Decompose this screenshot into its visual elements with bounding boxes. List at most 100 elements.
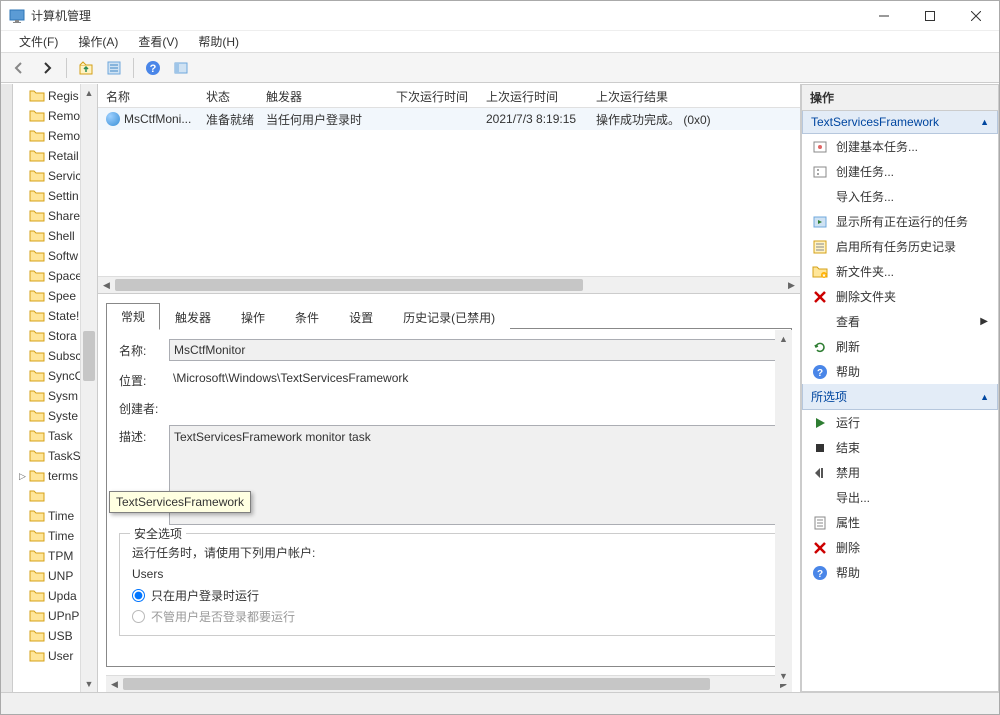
menu-view[interactable]: 查看(V) <box>128 31 188 52</box>
minimize-button[interactable] <box>861 1 907 31</box>
main-pane: 名称 状态 触发器 下次运行时间 上次运行时间 上次运行结果 MsCtfMoni… <box>98 84 801 692</box>
hscroll-right[interactable]: ▶ <box>783 277 800 293</box>
folder-icon <box>29 229 45 243</box>
menu-file[interactable]: 文件(F) <box>9 31 68 52</box>
hscroll-track[interactable] <box>115 277 783 293</box>
tree-item-label: SyncC <box>48 369 83 383</box>
help-icon: ? <box>812 364 828 380</box>
task-description-field[interactable]: TextServicesFramework monitor task <box>169 425 779 525</box>
action-help1[interactable]: ?帮助 <box>802 359 998 384</box>
scroll-track[interactable] <box>81 101 97 675</box>
menu-action[interactable]: 操作(A) <box>68 31 128 52</box>
folder-icon <box>29 549 45 563</box>
tree-item-label: UNP <box>48 569 73 583</box>
folder-icon <box>29 589 45 603</box>
action-show-running[interactable]: 显示所有正在运行的任务 <box>802 209 998 234</box>
tasks-hscroll[interactable]: ◀ ▶ <box>98 276 800 293</box>
radio-logged-on[interactable]: 只在用户登录时运行 <box>132 587 766 604</box>
collapse-icon: ▲ <box>980 392 989 402</box>
scroll-thumb[interactable] <box>83 331 95 381</box>
dscroll-track[interactable] <box>775 347 792 667</box>
scroll-up-arrow[interactable]: ▲ <box>81 84 97 101</box>
show-hide-button[interactable] <box>169 56 193 80</box>
security-account: Users <box>132 567 766 581</box>
tab-settings[interactable]: 设置 <box>334 304 388 330</box>
expand-arrow-icon[interactable]: ▷ <box>19 471 29 482</box>
action-refresh[interactable]: 刷新 <box>802 334 998 359</box>
dscroll-down[interactable]: ▼ <box>775 667 792 684</box>
col-result[interactable]: 上次运行结果 <box>588 84 800 107</box>
action-label: 禁用 <box>836 464 860 481</box>
col-name[interactable]: 名称 <box>98 84 198 107</box>
actions-group2-title[interactable]: 所选项 ▲ <box>802 384 998 410</box>
action-disable[interactable]: 禁用 <box>802 460 998 485</box>
action-import[interactable]: 导入任务... <box>802 184 998 209</box>
dscroll-up[interactable]: ▲ <box>775 330 792 347</box>
action-run[interactable]: 运行 <box>802 410 998 435</box>
tab-history[interactable]: 历史记录(已禁用) <box>388 304 510 330</box>
action-enable-history[interactable]: 启用所有任务历史记录 <box>802 234 998 259</box>
action-label: 创建基本任务... <box>836 138 918 155</box>
security-prompt: 运行任务时，请使用下列用户帐户: <box>132 544 766 561</box>
close-button[interactable] <box>953 1 999 31</box>
actions-body: TextServicesFramework ▲ 创建基本任务... 创建任务...… <box>801 111 999 692</box>
blank-icon <box>812 490 828 506</box>
action-label: 查看 <box>836 313 860 330</box>
folder-icon <box>29 169 45 183</box>
detail-vscroll[interactable]: ▲ ▼ <box>775 330 792 684</box>
action-create[interactable]: 创建任务... <box>802 159 998 184</box>
hscroll-thumb[interactable] <box>115 279 583 291</box>
scroll-down-arrow[interactable]: ▼ <box>81 675 97 692</box>
up-button[interactable] <box>74 56 98 80</box>
tree-item-label: Retail <box>48 149 79 163</box>
detail-hscroll[interactable]: ◀ ▶ <box>106 675 792 692</box>
action-new-folder[interactable]: ★新文件夹... <box>802 259 998 284</box>
radio-logged-on-input[interactable] <box>132 589 145 602</box>
action-help2[interactable]: ?帮助 <box>802 560 998 585</box>
col-status[interactable]: 状态 <box>198 84 258 107</box>
statusbar <box>1 692 999 714</box>
menu-help[interactable]: 帮助(H) <box>188 31 249 52</box>
col-triggers[interactable]: 触发器 <box>258 84 388 107</box>
tree-scrollbar[interactable]: ▲ ▼ <box>80 84 97 692</box>
action-label: 结束 <box>836 439 860 456</box>
dhscroll-left[interactable]: ◀ <box>106 676 123 692</box>
content-area: RegisRemoRemoRetailServicSettinShareShel… <box>1 83 999 692</box>
col-next[interactable]: 下次运行时间 <box>388 84 478 107</box>
maximize-button[interactable] <box>907 1 953 31</box>
hscroll-left[interactable]: ◀ <box>98 277 115 293</box>
properties-button[interactable] <box>102 56 126 80</box>
task-location-value: \Microsoft\Windows\TextServicesFramework <box>169 369 779 387</box>
col-last[interactable]: 上次运行时间 <box>478 84 588 107</box>
tab-general[interactable]: 常规 <box>106 303 160 330</box>
folder-icon <box>29 469 45 483</box>
action-view[interactable]: 查看▶ <box>802 309 998 334</box>
task-icon <box>812 164 828 180</box>
dhscroll-thumb[interactable] <box>123 678 710 690</box>
folder-icon <box>29 89 45 103</box>
nav-back-button[interactable] <box>7 56 31 80</box>
action-label: 显示所有正在运行的任务 <box>836 213 968 230</box>
actions-group1-title[interactable]: TextServicesFramework ▲ <box>802 111 998 134</box>
action-create-basic[interactable]: 创建基本任务... <box>802 134 998 159</box>
dhscroll-track[interactable] <box>123 676 775 692</box>
tasks-header: 名称 状态 触发器 下次运行时间 上次运行时间 上次运行结果 <box>98 84 800 108</box>
action-properties[interactable]: 属性 <box>802 510 998 535</box>
task-name-field[interactable] <box>169 339 779 361</box>
help-button[interactable]: ? <box>141 56 165 80</box>
task-last: 2021/7/3 8:19:15 <box>478 112 588 126</box>
action-delete[interactable]: 删除 <box>802 535 998 560</box>
action-export[interactable]: 导出... <box>802 485 998 510</box>
radio-any[interactable]: 不管用户是否登录都要运行 <box>132 608 766 625</box>
tab-conditions[interactable]: 条件 <box>280 304 334 330</box>
action-end[interactable]: 结束 <box>802 435 998 460</box>
nav-forward-button[interactable] <box>35 56 59 80</box>
tab-actions[interactable]: 操作 <box>226 304 280 330</box>
tab-triggers[interactable]: 触发器 <box>160 304 226 330</box>
collapse-icon: ▲ <box>980 117 989 127</box>
action-label: 删除文件夹 <box>836 288 896 305</box>
task-row[interactable]: MsCtfMoni...准备就绪当任何用户登录时2021/7/3 8:19:15… <box>98 108 800 130</box>
action-delete-folder[interactable]: 删除文件夹 <box>802 284 998 309</box>
radio-any-input[interactable] <box>132 610 145 623</box>
action-label: 删除 <box>836 539 860 556</box>
